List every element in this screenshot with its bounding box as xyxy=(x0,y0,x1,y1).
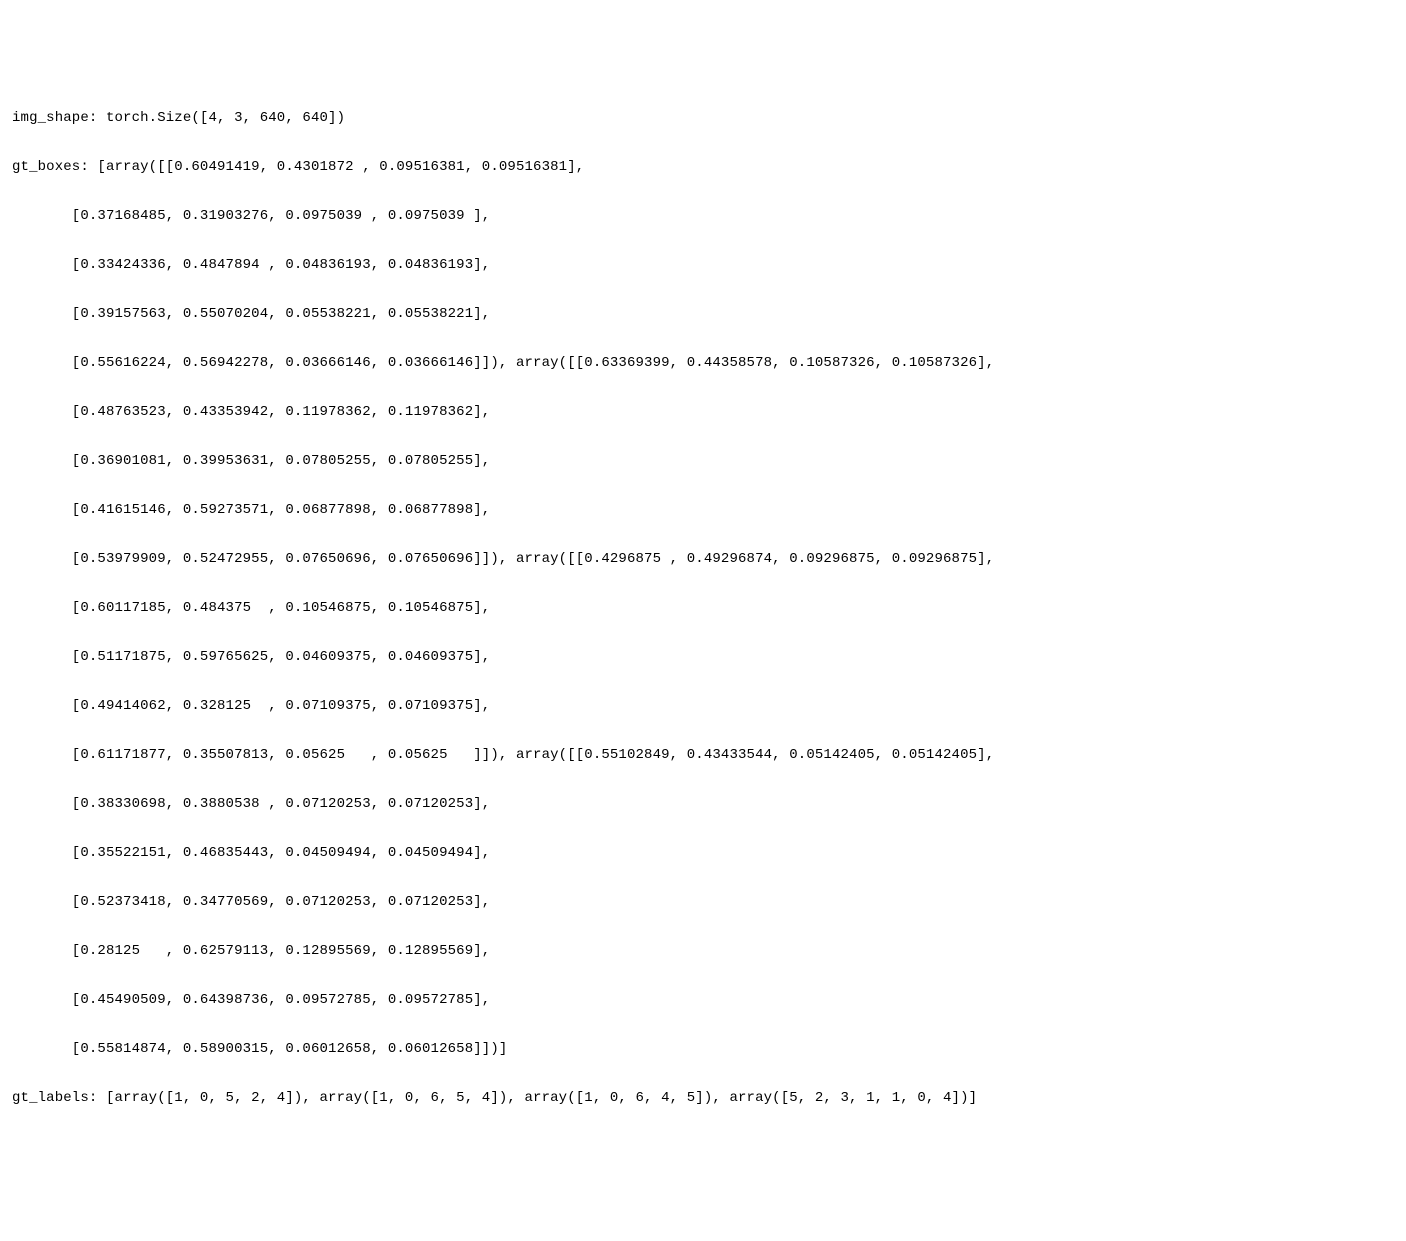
output-line: [0.33424336, 0.4847894 , 0.04836193, 0.0… xyxy=(12,253,1394,278)
output-line: img_shape: torch.Size([4, 3, 640, 640]) xyxy=(12,106,1394,131)
output-line: [0.51171875, 0.59765625, 0.04609375, 0.0… xyxy=(12,645,1394,670)
output-line: [0.41615146, 0.59273571, 0.06877898, 0.0… xyxy=(12,498,1394,523)
output-line: [0.61171877, 0.35507813, 0.05625 , 0.056… xyxy=(12,743,1394,768)
output-line: [0.55616224, 0.56942278, 0.03666146, 0.0… xyxy=(12,351,1394,376)
output-line: [0.55814874, 0.58900315, 0.06012658, 0.0… xyxy=(12,1037,1394,1062)
output-line: gt_labels: [array([1, 0, 5, 2, 4]), arra… xyxy=(12,1086,1394,1111)
output-line: [0.60117185, 0.484375 , 0.10546875, 0.10… xyxy=(12,596,1394,621)
output-line: [0.52373418, 0.34770569, 0.07120253, 0.0… xyxy=(12,890,1394,915)
output-line: [0.49414062, 0.328125 , 0.07109375, 0.07… xyxy=(12,694,1394,719)
output-line: [0.28125 , 0.62579113, 0.12895569, 0.128… xyxy=(12,939,1394,964)
output-line: [0.45490509, 0.64398736, 0.09572785, 0.0… xyxy=(12,988,1394,1013)
output-line: [0.53979909, 0.52472955, 0.07650696, 0.0… xyxy=(12,547,1394,572)
output-line: [0.36901081, 0.39953631, 0.07805255, 0.0… xyxy=(12,449,1394,474)
output-line: [0.35522151, 0.46835443, 0.04509494, 0.0… xyxy=(12,841,1394,866)
output-line: gt_boxes: [array([[0.60491419, 0.4301872… xyxy=(12,155,1394,180)
output-line: [0.37168485, 0.31903276, 0.0975039 , 0.0… xyxy=(12,204,1394,229)
output-line: [0.39157563, 0.55070204, 0.05538221, 0.0… xyxy=(12,302,1394,327)
output-line: [0.48763523, 0.43353942, 0.11978362, 0.1… xyxy=(12,400,1394,425)
output-line: [0.38330698, 0.3880538 , 0.07120253, 0.0… xyxy=(12,792,1394,817)
